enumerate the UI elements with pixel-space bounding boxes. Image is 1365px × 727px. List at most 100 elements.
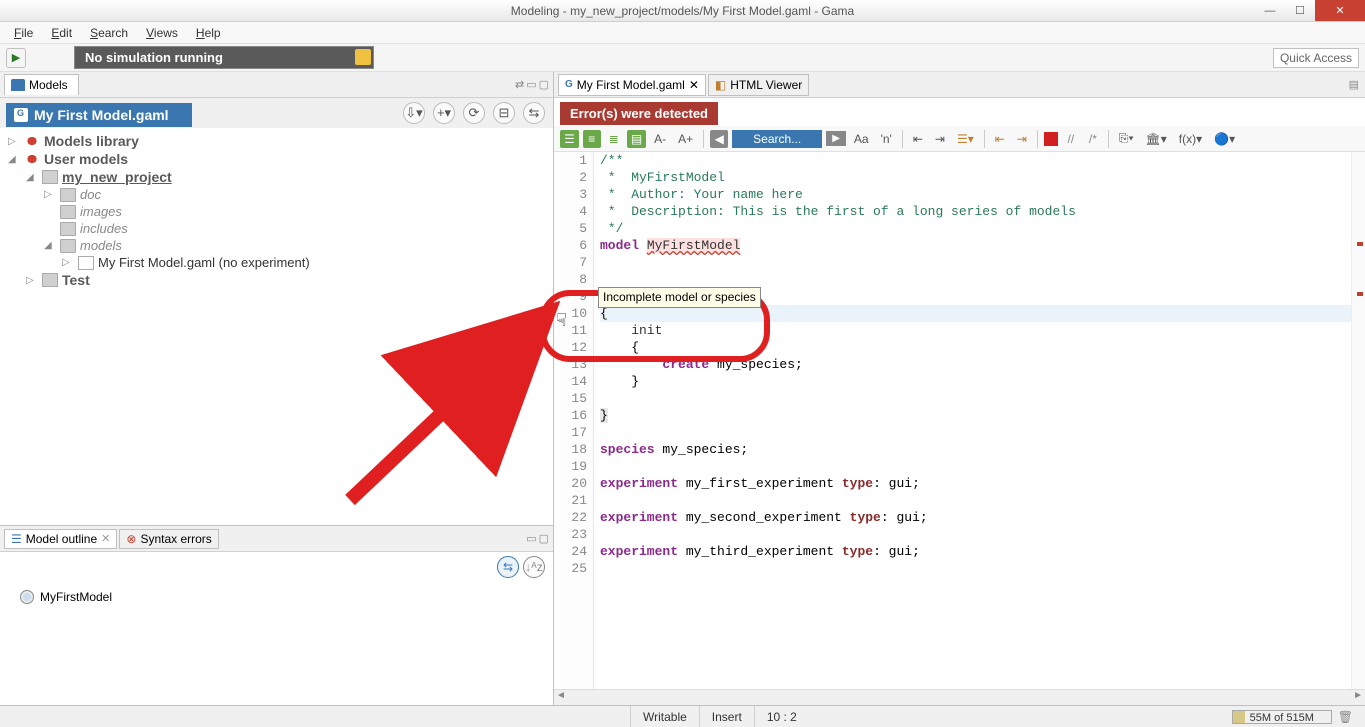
block-comment-icon[interactable]: /*: [1084, 130, 1102, 148]
left-panel: Models ⇄ ▭ ▢ My First Model.gaml ⇩▾ +▾ ⟳…: [0, 72, 554, 705]
code-editor[interactable]: 1 2 3 4 5 ✕6 7 8 ✕⊖9 ⊖10 11 12 13 14 15 …: [554, 152, 1365, 689]
menu-edit[interactable]: Edit: [43, 24, 80, 42]
horizontal-scrollbar[interactable]: [554, 689, 1365, 705]
new-button[interactable]: +▾: [433, 102, 455, 124]
wrap-icon[interactable]: ≣: [605, 130, 623, 148]
tree-includes[interactable]: includes: [80, 221, 128, 236]
indent-right-icon[interactable]: ⇥: [1013, 130, 1031, 148]
editor-tab-html[interactable]: ◧ HTML Viewer: [708, 74, 809, 96]
outline-link-button[interactable]: ⇆: [497, 556, 519, 578]
shift-right-icon[interactable]: ⇥: [931, 130, 949, 148]
outline-item[interactable]: MyFirstModel: [8, 590, 545, 604]
maximize-button[interactable]: ☐: [1285, 0, 1315, 21]
minimize-view-icon[interactable]: ▭: [526, 532, 536, 545]
status-writable: Writable: [630, 706, 699, 727]
word-icon[interactable]: 'n': [877, 130, 896, 148]
project-tree[interactable]: ▷Models library ◢User models ◢my_new_pro…: [0, 128, 553, 525]
minimize-button[interactable]: —: [1255, 0, 1285, 21]
maximize-view-icon[interactable]: ▢: [539, 532, 549, 545]
outline-sort-button[interactable]: ↓ᴬz: [523, 556, 545, 578]
code-content[interactable]: /** * MyFirstModel * Author: Your name h…: [594, 152, 1365, 689]
mark-icon[interactable]: ▤: [627, 130, 646, 148]
menu-help[interactable]: Help: [188, 24, 229, 42]
folder-icon: [60, 239, 76, 253]
close-button[interactable]: ✕: [1315, 0, 1365, 21]
tree-models-library[interactable]: Models library: [44, 133, 139, 149]
gc-trash-icon[interactable]: 🗑: [1338, 710, 1353, 724]
project-icon: [42, 273, 58, 287]
models-view-tabbar: Models ⇄ ▭ ▢: [0, 72, 553, 98]
quick-access[interactable]: Quick Access: [1273, 48, 1359, 68]
font-increase-icon[interactable]: A+: [674, 130, 697, 148]
editor-tab-gaml-label: My First Model.gaml: [577, 78, 685, 92]
tree-user-models[interactable]: User models: [44, 151, 128, 167]
editor-toolbar: ☰ ≡ ≣ ▤ A- A+ ◀ Search... ▶ Aa 'n' ⇤ ⇥ ☰…: [554, 126, 1365, 152]
models-tab[interactable]: Models: [4, 74, 79, 95]
list-icon[interactable]: ≡: [583, 130, 601, 148]
close-icon[interactable]: ✕: [689, 78, 699, 92]
tree-images[interactable]: images: [80, 204, 122, 219]
syntax-tab[interactable]: ⊗ Syntax errors: [119, 529, 218, 549]
menu-search[interactable]: Search: [82, 24, 136, 42]
window-controls: — ☐ ✕: [1255, 0, 1365, 21]
navigator-header-row: My First Model.gaml ⇩▾ +▾ ⟳ ⊟ ⇆: [0, 98, 553, 128]
builtin-icon[interactable]: 🏛▾: [1142, 130, 1171, 148]
editor-tabbar: G My First Model.gaml ✕ ◧ HTML Viewer ▤: [554, 72, 1365, 98]
globe-icon: [20, 590, 34, 604]
operator-icon[interactable]: f(x)▾: [1175, 130, 1206, 148]
simulation-status: No simulation running: [74, 46, 374, 69]
run-button[interactable]: ▶: [6, 48, 26, 68]
heap-bar[interactable]: 55M of 515M: [1232, 710, 1332, 724]
line-gutter: 1 2 3 4 5 ✕6 7 8 ✕⊖9 ⊖10 11 12 13 14 15 …: [554, 152, 594, 689]
link-button[interactable]: ⇆: [523, 102, 545, 124]
titlebar: Modeling - my_new_project/models/My Firs…: [0, 0, 1365, 22]
window-title: Modeling - my_new_project/models/My Firs…: [511, 4, 854, 18]
maximize-view-icon[interactable]: ▤: [1349, 78, 1359, 91]
case-icon[interactable]: Aa: [850, 130, 873, 148]
tree-models-folder[interactable]: models: [80, 238, 122, 253]
tree-doc[interactable]: doc: [80, 187, 101, 202]
syntax-tab-label: Syntax errors: [140, 532, 211, 546]
search-input[interactable]: Search...: [732, 130, 822, 148]
refresh-button[interactable]: ⟳: [463, 102, 485, 124]
view-controls: ▭ ▢: [526, 532, 549, 545]
search-back-icon[interactable]: ◀: [710, 130, 728, 148]
menu-file[interactable]: File: [6, 24, 41, 42]
color-picker-icon[interactable]: 🔵▾: [1210, 130, 1239, 148]
view-controls: ▤: [1349, 78, 1359, 91]
shift-left-icon[interactable]: ⇤: [909, 130, 927, 148]
search-forward-icon[interactable]: ▶: [826, 131, 846, 146]
outline-controls: ⇆ ↓ᴬz: [497, 556, 545, 578]
status-heap: 55M of 515M 🗑: [1220, 706, 1365, 727]
close-icon[interactable]: ✕: [101, 532, 110, 545]
overview-ruler[interactable]: [1351, 152, 1365, 689]
link-editor-icon[interactable]: ⇄: [515, 78, 524, 91]
indent-left-icon[interactable]: ⇤: [991, 130, 1009, 148]
statusbar: Writable Insert 10 : 2 55M of 515M 🗑: [0, 705, 1365, 727]
outline-toggle-icon[interactable]: ☰: [560, 130, 579, 148]
main-area: Models ⇄ ▭ ▢ My First Model.gaml ⇩▾ +▾ ⟳…: [0, 72, 1365, 705]
navigator-toolbar: ⇩▾ +▾ ⟳ ⊟ ⇆: [403, 102, 545, 124]
import-button[interactable]: ⇩▾: [403, 102, 425, 124]
menu-views[interactable]: Views: [138, 24, 186, 42]
outline-item-label: MyFirstModel: [40, 590, 112, 604]
format-icon[interactable]: ☰▾: [953, 130, 978, 148]
right-panel: G My First Model.gaml ✕ ◧ HTML Viewer ▤ …: [554, 72, 1365, 705]
color-swatch-icon[interactable]: [1044, 132, 1058, 146]
minimize-view-icon[interactable]: ▭: [526, 78, 536, 91]
maximize-view-icon[interactable]: ▢: [539, 78, 549, 91]
user-icon: [24, 152, 40, 166]
outline-tab[interactable]: ☰ Model outline ✕: [4, 529, 117, 549]
collapse-button[interactable]: ⊟: [493, 102, 515, 124]
tree-project[interactable]: my_new_project: [62, 169, 172, 185]
template-icon[interactable]: ⎘▾: [1115, 129, 1138, 148]
tree-gaml-file[interactable]: My First Model.gaml (no experiment): [98, 255, 310, 270]
status-insert: Insert: [699, 706, 754, 727]
error-banner-row: Error(s) were detected: [554, 98, 1365, 126]
editor-tab-gaml[interactable]: G My First Model.gaml ✕: [558, 74, 706, 96]
comment-icon[interactable]: //: [1062, 130, 1080, 148]
status-cursor: 10 : 2: [754, 706, 809, 727]
font-decrease-icon[interactable]: A-: [650, 130, 670, 148]
tree-test[interactable]: Test: [62, 272, 90, 288]
outline-body: ⇆ ↓ᴬz MyFirstModel: [0, 552, 553, 705]
